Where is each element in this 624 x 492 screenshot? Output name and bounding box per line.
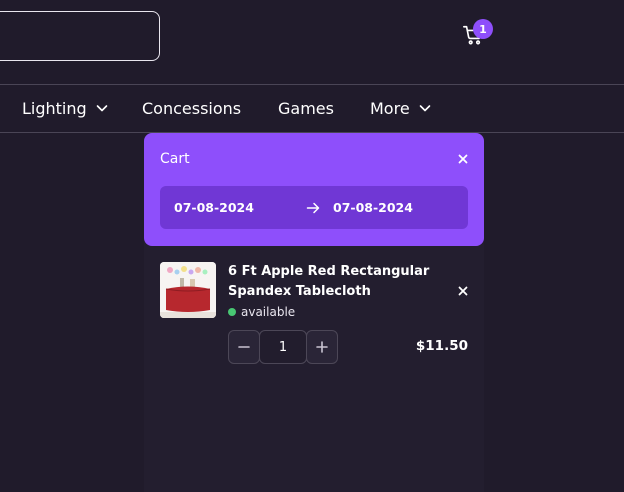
cart-header: Cart 07-08-2024 07-08-2024 — [144, 133, 484, 246]
nav-item-label: Concessions — [142, 98, 242, 118]
nav-item-lighting[interactable]: Lighting — [22, 85, 109, 131]
main-nav: Lighting Concessions Games More — [0, 85, 624, 131]
cart-title: Cart — [160, 151, 190, 167]
nav-item-label: Lighting — [22, 98, 87, 118]
minus-icon — [238, 346, 250, 348]
search-input[interactable] — [0, 11, 160, 61]
nav-item-games[interactable]: Games — [278, 85, 334, 131]
nav-item-label: More — [370, 98, 410, 118]
end-date: 07-08-2024 — [333, 200, 413, 215]
status-label: available — [241, 305, 296, 319]
nav-item-concessions[interactable]: Concessions — [142, 85, 241, 131]
plus-icon — [316, 341, 328, 353]
status-dot — [228, 308, 236, 316]
item-price: $11.50 — [415, 338, 468, 354]
quantity-input[interactable]: 1 — [259, 330, 307, 364]
chevron-down-icon — [419, 105, 430, 112]
remove-item-icon[interactable] — [456, 284, 470, 298]
start-date: 07-08-2024 — [174, 200, 254, 215]
rental-date-range[interactable]: 07-08-2024 07-08-2024 — [160, 186, 468, 229]
product-thumbnail[interactable] — [160, 262, 216, 318]
close-icon[interactable] — [456, 152, 470, 166]
nav-item-more[interactable]: More — [370, 85, 432, 131]
product-name[interactable]: 6 Ft Apple Red Rectangular Spandex Table… — [228, 262, 438, 302]
cart-count-badge: 1 — [473, 19, 493, 39]
decrease-quantity-button[interactable] — [228, 330, 260, 364]
chevron-down-icon — [96, 105, 107, 112]
arrow-right-icon — [306, 202, 320, 214]
tablecloth-image — [160, 262, 216, 318]
increase-quantity-button[interactable] — [306, 330, 338, 364]
quantity-stepper: 1 — [228, 330, 338, 364]
cart-dropdown: Cart 07-08-2024 07-08-2024 6 Ft Apple Re… — [144, 133, 484, 492]
nav-item-label: Games — [278, 98, 334, 118]
availability-status: available — [228, 305, 295, 319]
